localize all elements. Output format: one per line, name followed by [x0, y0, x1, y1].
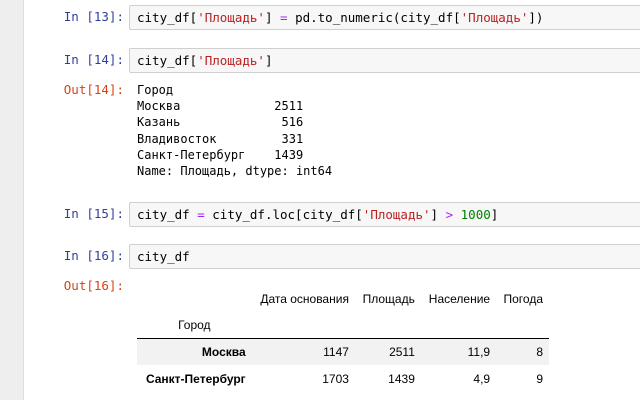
row-index: Москва — [201, 344, 246, 359]
index-corner — [137, 285, 252, 312]
column-header-row: Дата основания Площадь Население Погода — [137, 285, 549, 312]
code-text: city_df[ — [137, 10, 198, 25]
code-text: city_df — [137, 207, 198, 222]
input-prompt-15: In [15]: — [63, 206, 124, 221]
code-text: ] — [490, 207, 499, 222]
table-cell: 8 — [536, 344, 543, 359]
table-cell: 1439 — [388, 371, 415, 386]
code-cell-16[interactable]: city_df — [129, 244, 640, 269]
table-cell: 1703 — [322, 371, 349, 386]
input-prompt-13: In [13]: — [63, 9, 124, 24]
column-header: Погода — [503, 291, 544, 306]
code-text: city_df.loc[city_df[ — [204, 207, 363, 222]
code-text: ] — [264, 53, 273, 68]
string-literal: 'Площадь' — [197, 10, 265, 25]
code-text: ]) — [528, 10, 544, 25]
code-cell-14[interactable]: city_df['Площадь'] — [129, 48, 640, 73]
row-index: Санкт-Петербург — [145, 371, 246, 386]
table-cell: 2511 — [389, 344, 415, 359]
index-name: Город — [178, 317, 211, 332]
string-literal: 'Площадь' — [362, 207, 431, 222]
input-prompt-14: In [14]: — [63, 52, 124, 67]
table-row: Москва 1147 2511 11,9 8 — [137, 338, 549, 365]
column-header: Площадь — [362, 291, 415, 306]
index-name-row: Город — [137, 312, 549, 338]
code-cell-15[interactable]: city_df = city_df.loc[city_df['Площадь']… — [129, 202, 640, 227]
column-header: Дата основания — [260, 291, 349, 306]
code-text: ] — [264, 10, 281, 25]
column-header: Население — [428, 291, 491, 306]
number-literal: 1000 — [460, 207, 491, 222]
code-text: pd.to_numeric(city_df[ — [287, 10, 461, 25]
table-cell: 11,9 — [467, 344, 491, 359]
code-text: city_df — [137, 249, 190, 264]
table-cell: 1147 — [323, 344, 349, 359]
operator: = — [280, 10, 288, 25]
output-prompt-14: Out[14]: — [63, 82, 124, 97]
table-row: Санкт-Петербург 1703 1439 4,9 9 — [137, 365, 549, 392]
series-output: Город Москва 2511 Казань 516 Владивосток… — [137, 83, 333, 179]
input-prompt-16: In [16]: — [63, 248, 124, 263]
code-cell-13[interactable]: city_df['Площадь'] = pd.to_numeric(city_… — [129, 5, 640, 30]
table-cell: 9 — [536, 371, 543, 386]
code-text: ] — [430, 207, 446, 222]
notebook-gutter — [0, 0, 23, 400]
code-text: city_df[ — [137, 53, 198, 68]
output-prompt-16: Out[16]: — [63, 278, 124, 293]
dataframe-output: Дата основания Площадь Население Погода … — [137, 285, 549, 392]
string-literal: 'Площадь' — [197, 53, 265, 68]
table-cell: 4,9 — [473, 371, 491, 386]
string-literal: 'Площадь' — [460, 10, 529, 25]
operator: > — [445, 207, 454, 222]
operator: = — [197, 207, 205, 222]
